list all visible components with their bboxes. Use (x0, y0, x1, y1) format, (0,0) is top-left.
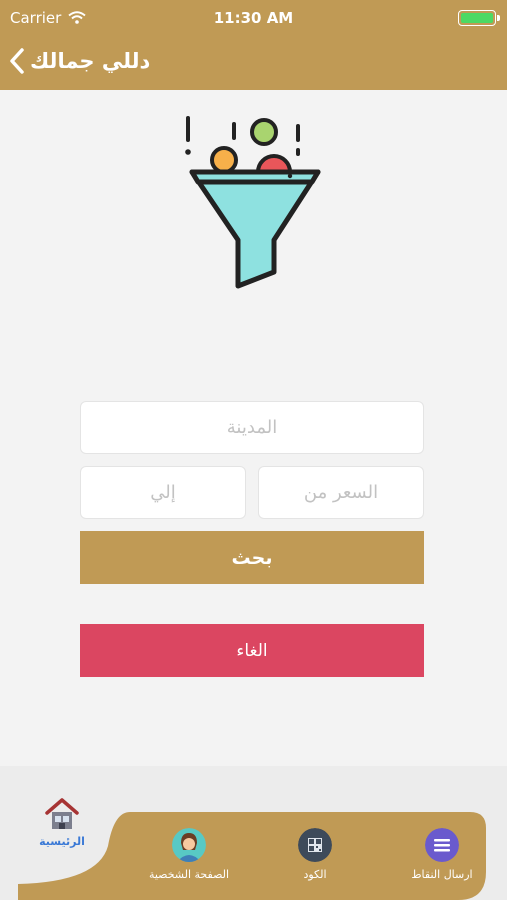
nav-bar: دللي جمالك (0, 36, 507, 90)
status-bar: Carrier 11:30 AM (0, 0, 507, 36)
back-button[interactable]: دللي جمالك (8, 41, 150, 81)
qr-code-icon (298, 828, 332, 862)
price-from-input[interactable] (258, 466, 424, 519)
search-button-label: بحث (231, 546, 273, 569)
battery-icon (458, 10, 500, 26)
app-header: Carrier 11:30 AM دللي جمالك (0, 0, 507, 90)
tab-code[interactable]: الكود (280, 828, 350, 881)
tab-send-points[interactable]: ارسال النقاط (395, 828, 489, 881)
tab-code-label: الكود (303, 868, 327, 881)
tab-send-points-label: ارسال النقاط (411, 868, 473, 881)
tab-profile-label: الصفحة الشخصية (148, 868, 230, 881)
menu-lines-icon (425, 828, 459, 862)
cancel-button[interactable]: الغاء (80, 624, 424, 677)
cancel-button-label: الغاء (236, 640, 268, 661)
status-time: 11:30 AM (213, 9, 294, 27)
profile-avatar-icon (172, 828, 206, 862)
chevron-left-icon (10, 48, 24, 74)
tab-home-label: الرئيسية (39, 835, 85, 848)
city-input[interactable] (80, 401, 424, 454)
tab-bar: الرئيسية الصفحة الشخصية الكود ارسال النق… (0, 766, 507, 900)
tab-home[interactable]: الرئيسية (22, 796, 102, 848)
filter-funnel-icon (185, 116, 321, 289)
search-button[interactable]: بحث (80, 531, 424, 584)
price-to-input[interactable] (80, 466, 246, 519)
home-icon (45, 798, 79, 829)
page-title: دللي جمالك (30, 49, 151, 73)
tab-profile[interactable]: الصفحة الشخصية (138, 828, 240, 881)
